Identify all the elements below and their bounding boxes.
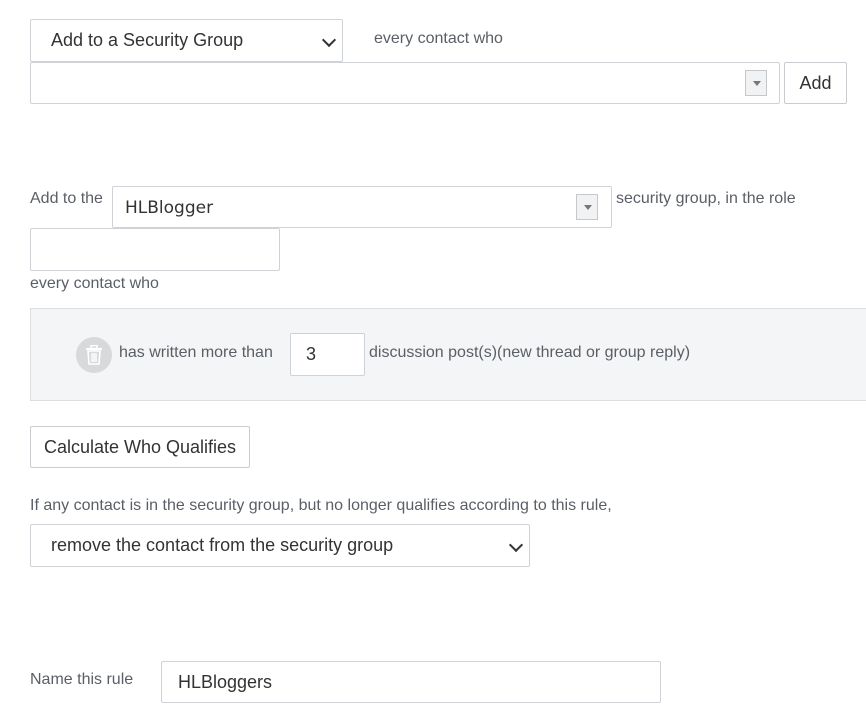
add-button[interactable]: Add [784, 62, 847, 104]
role-input[interactable] [30, 228, 280, 271]
no-longer-qualifies-value: remove the contact from the security gro… [51, 535, 394, 555]
calculate-who-qualifies-button[interactable]: Calculate Who Qualifies [30, 426, 250, 468]
every-contact-who-label-2: every contact who [30, 275, 159, 292]
security-group-value: HLBlogger [125, 198, 214, 218]
every-contact-who-label: every contact who [374, 30, 503, 47]
condition-suffix: discussion post(s)(new thread or group r… [369, 344, 691, 361]
name-rule-label: Name this rule [30, 671, 134, 688]
no-longer-qualifies-select[interactable]: remove the contact from the security gro… [30, 524, 530, 567]
rule-name-input[interactable]: HLBloggers [161, 661, 661, 703]
security-group-role-label: security group, in the role [616, 190, 796, 207]
action-select-value: Add to a Security Group [51, 30, 244, 50]
security-group-combobox[interactable]: HLBlogger [112, 186, 612, 228]
no-longer-qualifies-label: If any contact is in the security group,… [30, 497, 612, 514]
dropdown-arrow-icon[interactable] [576, 194, 598, 220]
trash-icon [86, 345, 102, 365]
condition-prefix: has written more than [119, 344, 273, 361]
rule-name-value: HLBloggers [178, 671, 273, 692]
action-select[interactable]: Add to a Security Group [30, 19, 343, 62]
add-to-the-label: Add to the [30, 190, 103, 207]
chevron-down-icon [508, 537, 524, 552]
post-count-input[interactable]: 3 [290, 333, 365, 376]
dropdown-arrow-icon[interactable] [745, 70, 767, 96]
chevron-down-icon [321, 32, 337, 47]
delete-condition-button[interactable] [76, 337, 112, 373]
post-count-value: 3 [306, 344, 317, 364]
criteria-combobox[interactable] [30, 62, 780, 104]
condition-panel: has written more than 3 discussion post(… [30, 308, 866, 401]
